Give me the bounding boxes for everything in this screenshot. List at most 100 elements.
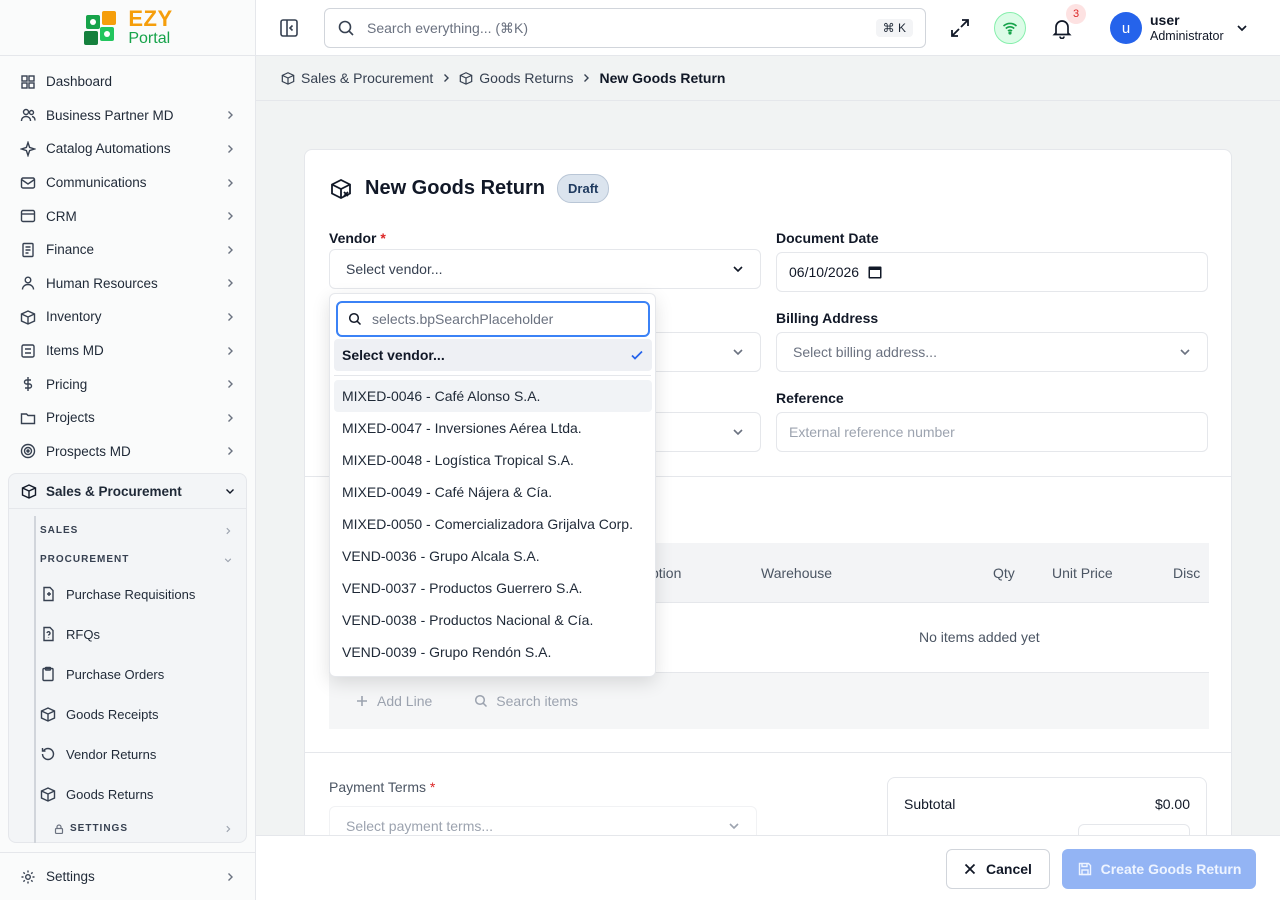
dollar-icon bbox=[23, 377, 33, 392]
sidebar-item-items-md[interactable]: Items MD bbox=[0, 334, 255, 368]
sidebar-subitem-vendor-returns[interactable]: Vendor Returns bbox=[36, 734, 240, 774]
payment-terms-value: Select payment terms... bbox=[346, 818, 494, 834]
sidebar-item-projects[interactable]: Projects bbox=[0, 401, 255, 435]
column-header: Unit Price bbox=[1052, 565, 1113, 581]
chevron-down-icon bbox=[733, 349, 743, 356]
sidebar-subitem-purchase-orders[interactable]: Purchase Orders bbox=[36, 654, 240, 694]
dropdown-option[interactable]: VEND-0038 - Productos Nacional & Cía. bbox=[334, 604, 652, 636]
document-date-field[interactable]: 06/10/2026 bbox=[776, 252, 1208, 292]
dropdown-option[interactable]: MIXED-0050 - Comercializadora Grijalva C… bbox=[334, 508, 652, 540]
section-label: SETTINGS bbox=[70, 823, 129, 835]
avatar[interactable]: u bbox=[1110, 12, 1142, 44]
search-items-button[interactable]: Search items bbox=[458, 685, 594, 717]
vendor-label: Vendor * bbox=[329, 230, 386, 246]
lines-table-footer: Add Line Search items bbox=[329, 673, 1209, 729]
sidebar-item-finance[interactable]: Finance bbox=[0, 233, 255, 267]
chevron-right-icon bbox=[228, 245, 233, 254]
sidebar-subitem-purchase-requisitions[interactable]: Purchase Requisitions bbox=[36, 574, 240, 614]
sidebar-item-label: Items MD bbox=[46, 343, 104, 359]
lock-icon bbox=[54, 824, 64, 834]
sidebar-item-catalog-automations[interactable]: Catalog Automations bbox=[0, 132, 255, 166]
sidebar-item-human-resources[interactable]: Human Resources bbox=[0, 267, 255, 301]
plus-icon bbox=[357, 696, 367, 706]
logo[interactable]: EZY Portal bbox=[0, 0, 255, 56]
billing-address-select[interactable]: Select billing address... bbox=[776, 332, 1208, 372]
wifi-icon bbox=[1002, 22, 1018, 35]
target-icon bbox=[20, 444, 36, 459]
package-icon bbox=[459, 72, 473, 85]
column-header: Warehouse bbox=[761, 565, 833, 581]
cancel-button[interactable]: Cancel bbox=[946, 849, 1050, 889]
connection-status[interactable] bbox=[994, 12, 1026, 44]
sidebar-subitem-goods-returns[interactable]: Goods Returns bbox=[36, 774, 240, 814]
logo-wordmark-top: EZY bbox=[128, 6, 173, 31]
sidebar-item-label: Catalog Automations bbox=[46, 141, 171, 157]
sidebar-item-label: Communications bbox=[46, 175, 147, 191]
notification-badge: 3 bbox=[1066, 4, 1086, 24]
dropdown-option[interactable]: MIXED-0049 - Café Nájera & Cía. bbox=[334, 476, 652, 508]
sidebar-item-pricing[interactable]: Pricing bbox=[0, 367, 255, 401]
add-line-button[interactable]: Add Line bbox=[339, 685, 448, 717]
sidebar-item-prospects-md[interactable]: Prospects MD bbox=[0, 435, 255, 469]
sidebar-item-label: Projects bbox=[46, 410, 95, 426]
package-x-icon bbox=[40, 787, 56, 802]
chevron-down-icon bbox=[729, 823, 739, 830]
section-settings[interactable]: SETTINGS bbox=[36, 814, 240, 843]
vendor-search-input[interactable]: selects.bpSearchPlaceholder bbox=[336, 301, 650, 337]
section-label: SALES bbox=[40, 525, 79, 537]
chevron-down-icon bbox=[733, 429, 743, 436]
projects-icon bbox=[20, 413, 36, 424]
subtotal-row: Subtotal $0.00 bbox=[904, 796, 1190, 812]
sidebar-subitem-label: Vendor Returns bbox=[66, 746, 157, 762]
save-icon bbox=[1078, 862, 1091, 876]
crm-icon bbox=[20, 209, 36, 223]
sidebar-toggle-icon[interactable] bbox=[278, 17, 300, 39]
people-icon bbox=[21, 276, 35, 290]
dropdown-divider bbox=[334, 375, 651, 376]
package-icon bbox=[281, 72, 295, 85]
sidebar-item-dashboard[interactable]: Dashboard bbox=[0, 65, 255, 99]
gear-icon bbox=[21, 870, 35, 883]
chevron-right-icon bbox=[228, 346, 233, 355]
dropdown-option[interactable]: VEND-0037 - Productos Guerrero S.A. bbox=[334, 572, 652, 604]
cancel-label: Cancel bbox=[986, 861, 1032, 877]
form-action-bar: Cancel Create Goods Return bbox=[256, 835, 1280, 900]
sidebar-subitem-rfqs[interactable]: RFQs bbox=[36, 614, 240, 654]
vendor-select[interactable]: Select vendor... bbox=[329, 249, 761, 289]
dropdown-option[interactable]: VEND-0039 - Grupo Rendón S.A. bbox=[334, 636, 652, 668]
calendar-icon[interactable] bbox=[867, 264, 883, 280]
breadcrumb-item[interactable]: Sales & Procurement bbox=[281, 70, 433, 86]
return-icon bbox=[41, 747, 55, 761]
sidebar-item-business-partner-md[interactable]: Business Partner MD bbox=[0, 99, 255, 133]
dropdown-option-selected[interactable]: Select vendor... bbox=[334, 339, 652, 371]
reference-input[interactable]: External reference number bbox=[776, 412, 1208, 452]
vendor-search-placeholder: selects.bpSearchPlaceholder bbox=[372, 311, 554, 327]
sidebar-subitem-label: Purchase Requisitions bbox=[66, 586, 196, 602]
global-search[interactable]: Search everything... (⌘K) ⌘ K bbox=[324, 8, 926, 48]
dashboard-icon bbox=[21, 75, 35, 89]
search-icon bbox=[338, 20, 354, 36]
chevron-down-icon[interactable] bbox=[1236, 22, 1248, 34]
breadcrumb-label: New Goods Return bbox=[599, 70, 726, 86]
finance-icon bbox=[22, 242, 34, 257]
section-procurement[interactable]: PROCUREMENT bbox=[36, 545, 240, 574]
breadcrumb-item[interactable]: Goods Returns bbox=[459, 70, 573, 86]
search-placeholder: Search everything... (⌘K) bbox=[367, 19, 529, 36]
dropdown-option[interactable]: VEND-0036 - Grupo Alcala S.A. bbox=[334, 540, 652, 572]
sidebar-item-communications[interactable]: Communications bbox=[0, 166, 255, 200]
user-menu[interactable]: user Administrator bbox=[1150, 12, 1224, 44]
section-sales[interactable]: SALES bbox=[36, 516, 240, 545]
expand-icon[interactable] bbox=[949, 17, 971, 39]
vendor-options: MIXED-0046 - Café Alonso S.A. MIXED-0047… bbox=[334, 380, 652, 668]
sidebar-item-sales-procurement[interactable]: Sales & Procurement bbox=[9, 474, 246, 510]
option-label: Select vendor... bbox=[342, 347, 445, 363]
sidebar-item-settings[interactable]: Settings bbox=[0, 852, 255, 900]
create-goods-return-button[interactable]: Create Goods Return bbox=[1062, 849, 1256, 889]
sidebar-subitem-goods-receipts[interactable]: Goods Receipts bbox=[36, 694, 240, 734]
sidebar-item-crm[interactable]: CRM bbox=[0, 199, 255, 233]
sidebar-item-label: Finance bbox=[46, 242, 95, 258]
sidebar-item-inventory[interactable]: Inventory bbox=[0, 300, 255, 334]
dropdown-option[interactable]: MIXED-0047 - Inversiones Aérea Ltda. bbox=[334, 412, 652, 444]
dropdown-option[interactable]: MIXED-0046 - Café Alonso S.A. bbox=[334, 380, 652, 412]
dropdown-option[interactable]: MIXED-0048 - Logística Tropical S.A. bbox=[334, 444, 652, 476]
